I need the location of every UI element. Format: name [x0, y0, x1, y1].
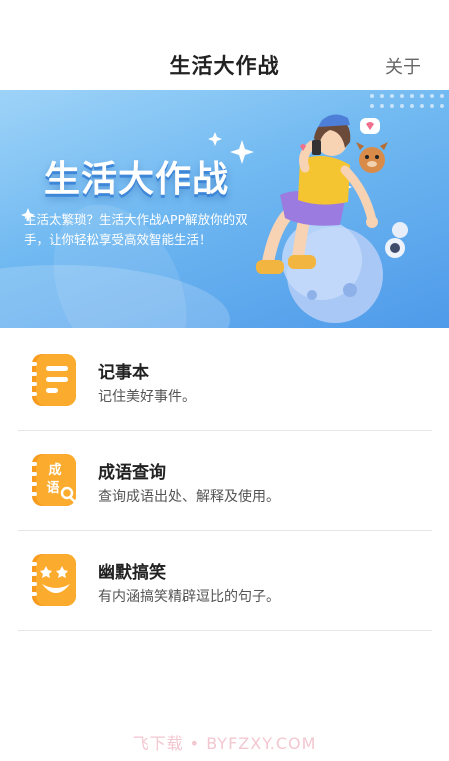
banner[interactable]: 生活大作战 生活太繁琐？生活大作战APP解放你的双手，让你轻松享受高效智能生活！: [0, 90, 449, 328]
watermark: 飞下载 • BYFZXY.COM: [132, 734, 317, 753]
notebook-icon: [29, 354, 76, 406]
banner-title: 生活大作战: [44, 159, 230, 200]
item-description: 记住美好事件。: [98, 389, 196, 405]
about-button[interactable]: 关于: [385, 53, 421, 79]
banner-description: 生活太繁琐？生活大作战APP解放你的双手，让你轻松享受高效智能生活！: [24, 212, 248, 247]
clown-face-icon: [29, 554, 76, 606]
sparkle-icon: [230, 140, 254, 164]
svg-text:语: 语: [46, 481, 59, 496]
list-item-humor[interactable]: 幽默搞笑 有内涵搞笑精辟逗比的句子。: [18, 530, 432, 631]
top-bar: 生活大作战 关于: [0, 0, 449, 90]
item-title: 成语查询: [98, 463, 166, 483]
svg-text:成: 成: [48, 462, 61, 478]
item-title: 幽默搞笑: [98, 563, 166, 583]
item-description: 查询成语出处、解释及使用。: [98, 489, 280, 505]
page-title: 生活大作战: [169, 54, 280, 78]
list-item-notebook[interactable]: 记事本 记住美好事件。: [18, 330, 432, 431]
idiom-book-icon: 成 语: [29, 454, 77, 506]
sparkle-icon: [208, 132, 222, 146]
banner-illustration: [0, 94, 444, 328]
item-title: 记事本: [98, 363, 149, 383]
list-item-idiom[interactable]: 成 语 成语查询 查询成语出处、解释及使用。: [18, 430, 432, 531]
item-description: 有内涵搞笑精辟逗比的句子。: [98, 589, 280, 605]
